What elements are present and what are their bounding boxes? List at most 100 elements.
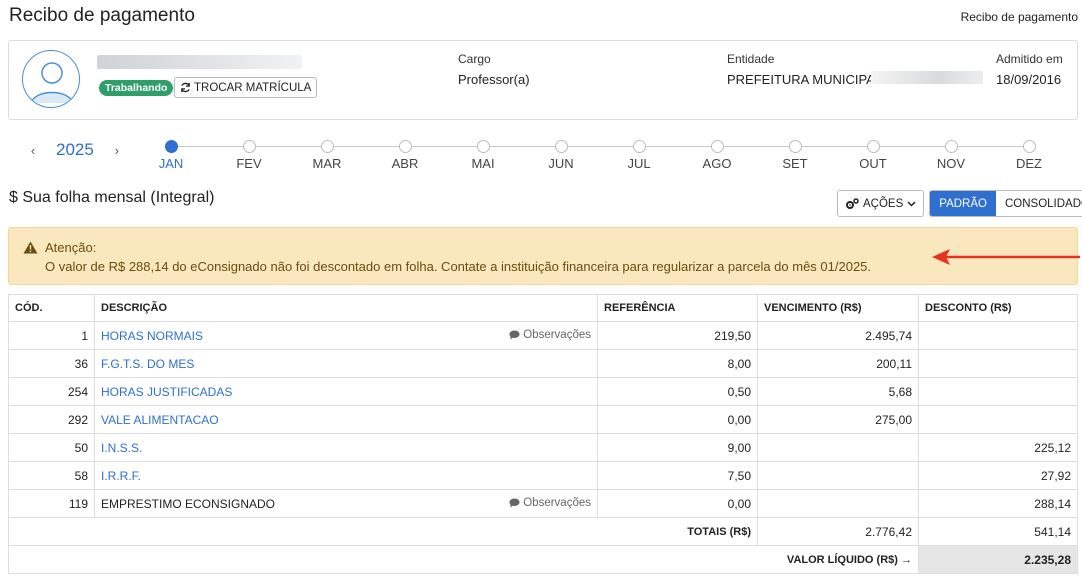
month-abr[interactable]: ABR [385, 138, 425, 171]
month-label: NOV [936, 156, 966, 171]
month-timeline: JAN FEV MAR ABR MAI JUN JUL AGO SET OUT … [159, 138, 1042, 178]
month-label: OUT [859, 156, 887, 171]
month-mar[interactable]: MAR [307, 138, 347, 171]
month-fev[interactable]: FEV [229, 138, 269, 171]
row-description-link[interactable]: I.R.R.F. [101, 469, 141, 483]
month-set[interactable]: SET [775, 138, 815, 171]
row-earnings [757, 433, 919, 462]
month-label: JUN [548, 156, 574, 171]
month-label: FEV [236, 156, 262, 171]
gears-icon [846, 197, 859, 209]
avatar [22, 50, 80, 108]
month-dot [554, 140, 568, 153]
month-label: SET [782, 156, 808, 171]
row-earnings [757, 489, 919, 518]
month-jul[interactable]: JUL [619, 138, 659, 171]
row-description-text: EMPRESTIMO ECONSIGNADO [101, 496, 276, 511]
row-reference: 0,00 [597, 405, 758, 434]
row-description: I.R.R.F. [94, 461, 598, 490]
employee-name-redacted [97, 55, 302, 69]
alert-message: O valor de R$ 288,14 do eConsignado não … [45, 259, 872, 274]
admitido-label: Admitido em [996, 52, 1063, 66]
month-dot [242, 140, 256, 153]
entity-name-redacted [871, 71, 983, 84]
row-description: HORAS NORMAIS Observações [94, 321, 598, 350]
row-description-link[interactable]: VALE ALIMENTACAO [101, 413, 219, 427]
net-value-label: VALOR LÍQUIDO (R$) → [8, 545, 919, 574]
month-ago[interactable]: AGO [697, 138, 737, 171]
month-dot [1022, 140, 1036, 153]
row-code: 119 [8, 489, 95, 518]
actions-dropdown-button[interactable]: AÇÕES [837, 190, 925, 217]
next-year-button[interactable]: › [110, 143, 124, 158]
month-dot [476, 140, 490, 153]
col-reference: REFERÊNCIA [597, 294, 758, 322]
chevron-down-icon [907, 200, 916, 207]
row-code: 36 [8, 349, 95, 378]
month-mai[interactable]: MAI [463, 138, 503, 171]
row-reference: 9,00 [597, 433, 758, 462]
view-default-button[interactable]: PADRÃO [930, 191, 996, 216]
month-dez[interactable]: DEZ [1009, 138, 1049, 171]
row-description-link[interactable]: F.G.T.S. DO MES [101, 357, 194, 371]
month-label: ABR [391, 156, 419, 171]
row-deductions [918, 377, 1078, 406]
row-reference: 8,00 [597, 349, 758, 378]
section-title: $ Sua folha mensal (Integral) [9, 189, 215, 206]
row-reference: 0,50 [597, 377, 758, 406]
row-deductions: 27,92 [918, 461, 1078, 490]
switch-registration-label: TROCAR MATRÍCULA [194, 81, 312, 94]
row-description-link[interactable]: HORAS JUSTIFICADAS [101, 385, 232, 399]
observations-button[interactable]: Observações [509, 329, 591, 341]
totals-earnings: 2.776,42 [757, 517, 919, 546]
cargo-value: Professor(a) [458, 72, 530, 87]
month-label: JAN [158, 156, 184, 171]
table-row: 1 HORAS NORMAIS Observações 219,50 2.495… [8, 321, 1078, 350]
month-label: JUL [627, 156, 651, 171]
row-description-link[interactable]: I.N.S.S. [101, 441, 142, 455]
breadcrumb[interactable]: Recibo de pagamento [961, 10, 1078, 24]
payslip-table: CÓD. DESCRIÇÃO REFERÊNCIA VENCIMENTO (R$… [8, 294, 1078, 574]
view-consolidated-button[interactable]: CONSOLIDADO [995, 191, 1082, 216]
row-description: VALE ALIMENTACAO [94, 405, 598, 434]
row-code: 58 [8, 461, 95, 490]
month-jan[interactable]: JAN [151, 138, 191, 171]
totals-row: TOTAIS (R$) 2.776,42 541,14 [8, 517, 1078, 546]
row-reference: 219,50 [597, 321, 758, 350]
switch-registration-button[interactable]: TROCAR MATRÍCULA [174, 77, 318, 98]
row-reference: 7,50 [597, 461, 758, 490]
row-deductions [918, 321, 1078, 350]
table-header-row: CÓD. DESCRIÇÃO REFERÊNCIA VENCIMENTO (R$… [8, 294, 1078, 322]
month-dot [944, 140, 958, 153]
month-out[interactable]: OUT [853, 138, 893, 171]
table-row: 254 HORAS JUSTIFICADAS 0,50 5,68 [8, 377, 1078, 406]
page-title: Recibo de pagamento [9, 5, 195, 26]
row-description: F.G.T.S. DO MES [94, 349, 598, 378]
observations-button[interactable]: Observações [509, 497, 591, 509]
row-description-link[interactable]: HORAS NORMAIS [101, 329, 203, 343]
net-value: 2.235,28 [918, 545, 1078, 574]
month-label: MAI [471, 156, 495, 171]
cargo-label: Cargo [458, 52, 491, 66]
month-jun[interactable]: JUN [541, 138, 581, 171]
table-row: 292 VALE ALIMENTACAO 0,00 275,00 [8, 405, 1078, 434]
row-description: I.N.S.S. [94, 433, 598, 462]
timeline-line [171, 146, 1031, 147]
comment-icon [509, 498, 520, 507]
refresh-icon [181, 82, 190, 93]
month-dot [866, 140, 880, 153]
alert-title: Atenção: [45, 240, 97, 255]
month-nov[interactable]: NOV [931, 138, 971, 171]
table-row: 119 EMPRESTIMO ECONSIGNADO Observações 0… [8, 489, 1078, 518]
prev-year-button[interactable]: ‹ [26, 143, 40, 158]
year-value: 2025 [56, 140, 94, 159]
col-earnings: VENCIMENTO (R$) [757, 294, 919, 322]
row-deductions: 288,14 [918, 489, 1078, 518]
row-deductions: 225,12 [918, 433, 1078, 462]
actions-label: AÇÕES [863, 197, 904, 210]
row-deductions [918, 405, 1078, 434]
year-navigator: ‹ 2025 › [26, 140, 124, 160]
warning-alert: Atenção: O valor de R$ 288,14 do eConsig… [8, 227, 1078, 285]
row-code: 1 [8, 321, 95, 350]
month-dot [398, 140, 412, 153]
